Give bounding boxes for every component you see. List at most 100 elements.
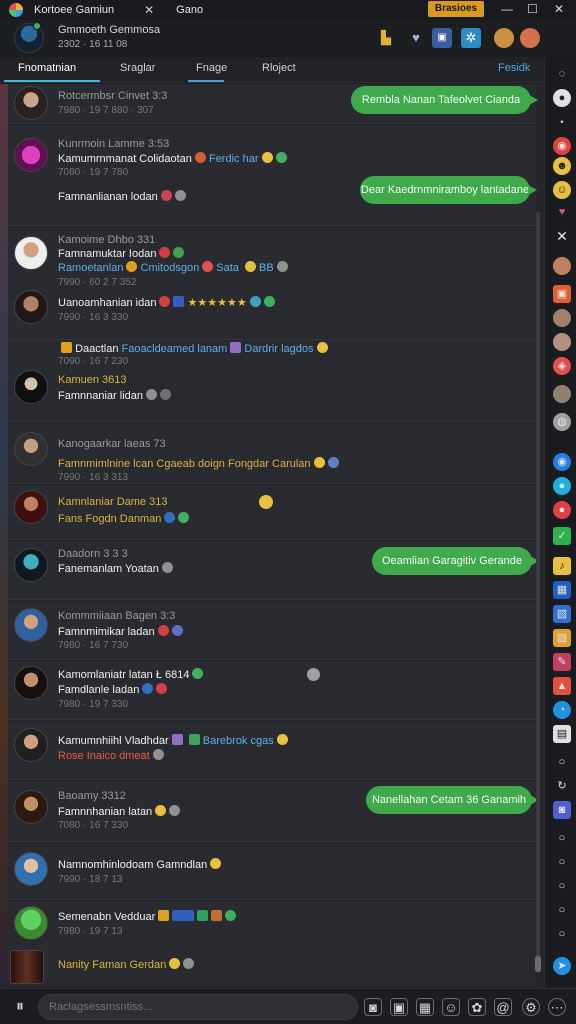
promo-badge[interactable]: Brasioes: [428, 1, 484, 17]
maximize-button[interactable]: ☐: [527, 2, 538, 16]
message-text: Famdlanle ladan: [58, 683, 168, 696]
users-icon[interactable]: ♥: [406, 28, 426, 48]
message-card: Namnomhinlodoam Gamndlan 7990 · 18 7 13: [8, 844, 536, 900]
close-button[interactable]: ✕: [554, 2, 564, 16]
minimize-button[interactable]: —: [501, 2, 513, 16]
close-x-icon[interactable]: ✕: [553, 227, 571, 245]
dot-icon[interactable]: •: [553, 113, 571, 131]
avatar[interactable]: [14, 906, 48, 940]
message-input[interactable]: [38, 994, 358, 1020]
record-icon[interactable]: ◉: [553, 137, 571, 155]
more-options-icon[interactable]: ⋯: [548, 998, 566, 1016]
heart-icon[interactable]: ♥: [553, 203, 571, 221]
dot-icon[interactable]: ○: [553, 901, 571, 919]
blue-app-icon[interactable]: ◉: [553, 453, 571, 471]
settings-icon[interactable]: ⚙: [522, 998, 540, 1016]
emoji-icon: [157, 625, 169, 636]
chat-bubble-icon[interactable]: ◌: [553, 65, 571, 83]
avatar[interactable]: [14, 370, 48, 404]
avatar[interactable]: [14, 86, 48, 120]
gift-icon[interactable]: ✿: [468, 998, 486, 1016]
user-avatar-icon[interactable]: [553, 309, 571, 327]
dot-icon[interactable]: ○: [553, 853, 571, 871]
user-avatar-icon[interactable]: [553, 333, 571, 351]
avatar[interactable]: [14, 666, 48, 700]
gif-icon[interactable]: ◙: [364, 998, 382, 1016]
avatar[interactable]: [14, 490, 48, 524]
window-tab[interactable]: Gano: [176, 4, 203, 16]
outgoing-message[interactable]: Nanellahan Cetam 36 Ganamih: [366, 786, 539, 814]
app-icon[interactable]: ▨: [553, 629, 571, 647]
emoji-icon[interactable]: ☻: [553, 157, 571, 175]
smile-icon[interactable]: ☺: [553, 181, 571, 199]
message-text: Fanemanlam Yoatan: [58, 562, 173, 575]
circle-icon[interactable]: ○: [553, 753, 571, 771]
emoji-icon: [230, 342, 242, 353]
avatar[interactable]: [14, 290, 48, 324]
discord-icon[interactable]: ◙: [553, 801, 571, 819]
app-icon[interactable]: ▲: [553, 677, 571, 695]
red-app-icon[interactable]: ●: [553, 501, 571, 519]
app-icon[interactable]: ▣: [553, 285, 571, 303]
smile-emoji-icon: [261, 152, 273, 163]
friend-avatar-icon[interactable]: [520, 28, 540, 48]
message-card: Kamomlaniatr latan Ł 6814 Famdlanle lada…: [8, 662, 536, 720]
avatar[interactable]: [14, 608, 48, 642]
message-text: Famnnhanian latan: [58, 805, 181, 818]
pin-icon[interactable]: ▙: [376, 28, 396, 48]
cyan-app-icon[interactable]: ●: [553, 477, 571, 495]
avatar-icon[interactable]: ●: [553, 89, 571, 107]
tab-close-icon[interactable]: ✕: [144, 3, 154, 17]
app-icon[interactable]: ▧: [553, 605, 571, 623]
app-icon[interactable]: ◔: [553, 701, 571, 719]
send-icon[interactable]: ➤: [553, 957, 571, 975]
outgoing-message[interactable]: Rembla Nanan Tafeolvet Cianda: [351, 86, 538, 114]
emoji-icon: [169, 805, 181, 816]
avatar[interactable]: [10, 950, 44, 984]
avatar[interactable]: [14, 548, 48, 582]
scrollbar-thumb[interactable]: [535, 956, 541, 972]
sticker-icon[interactable]: ▣: [390, 998, 408, 1016]
tab-information[interactable]: Fnomatnian: [18, 62, 76, 74]
app-icon[interactable]: ▤: [553, 725, 571, 743]
user-avatar-icon[interactable]: [553, 257, 571, 275]
green-app-icon[interactable]: ✓: [553, 527, 571, 545]
app-icon[interactable]: ✎: [553, 653, 571, 671]
video-icon[interactable]: ▣: [432, 28, 452, 48]
avatar[interactable]: [14, 236, 48, 270]
user-avatar-icon[interactable]: [553, 385, 571, 403]
message-text: Nanity Faman Gerdan: [58, 958, 195, 971]
tab-page[interactable]: Fnage: [196, 62, 227, 74]
message-author: Daadorn 3 3 3: [58, 548, 128, 560]
globe-icon[interactable]: ◍: [553, 413, 571, 431]
smile-emoji-icon: [259, 495, 273, 509]
tab-stage[interactable]: Sraglar: [120, 62, 155, 74]
scrollbar-track[interactable]: [536, 212, 540, 972]
image-icon[interactable]: ▦: [416, 998, 434, 1016]
user-avatar-icon[interactable]: [494, 28, 514, 48]
emoji-picker-icon[interactable]: ☺: [442, 998, 460, 1016]
app-icon[interactable]: ▦: [553, 581, 571, 599]
outgoing-message[interactable]: Dear Kaedrnmniramboy lantadane: [360, 176, 537, 204]
game-icon[interactable]: ◈: [553, 357, 571, 375]
avatar[interactable]: [14, 790, 48, 824]
emoji-icon: [174, 190, 186, 201]
outgoing-message[interactable]: Oeamlian Garagitiv Gerande: [372, 547, 539, 575]
dot-icon[interactable]: ○: [553, 829, 571, 847]
message-card: Kamuen 3613 Famnnaniar lidan: [8, 366, 536, 422]
avatar[interactable]: [14, 138, 48, 172]
dot-icon[interactable]: ○: [553, 925, 571, 943]
settings-gear-icon[interactable]: ✲: [461, 28, 481, 48]
avatar[interactable]: [14, 852, 48, 886]
refresh-link[interactable]: Fesidk: [498, 62, 530, 74]
avatar[interactable]: [14, 432, 48, 466]
at-mention-icon[interactable]: @: [494, 998, 512, 1016]
attach-icon[interactable]: ⏸: [10, 997, 30, 1017]
refresh-icon[interactable]: ↻: [553, 777, 571, 795]
message-text: Kamumrnmanat Colidaotan Ferdic har: [58, 152, 287, 165]
dot-icon[interactable]: ○: [553, 877, 571, 895]
yellow-app-icon[interactable]: ♪: [553, 557, 571, 575]
message-author: Rotcermbsr Cinvet 3:3: [58, 90, 168, 102]
tab-project[interactable]: Rloject: [262, 62, 296, 74]
avatar[interactable]: [14, 728, 48, 762]
